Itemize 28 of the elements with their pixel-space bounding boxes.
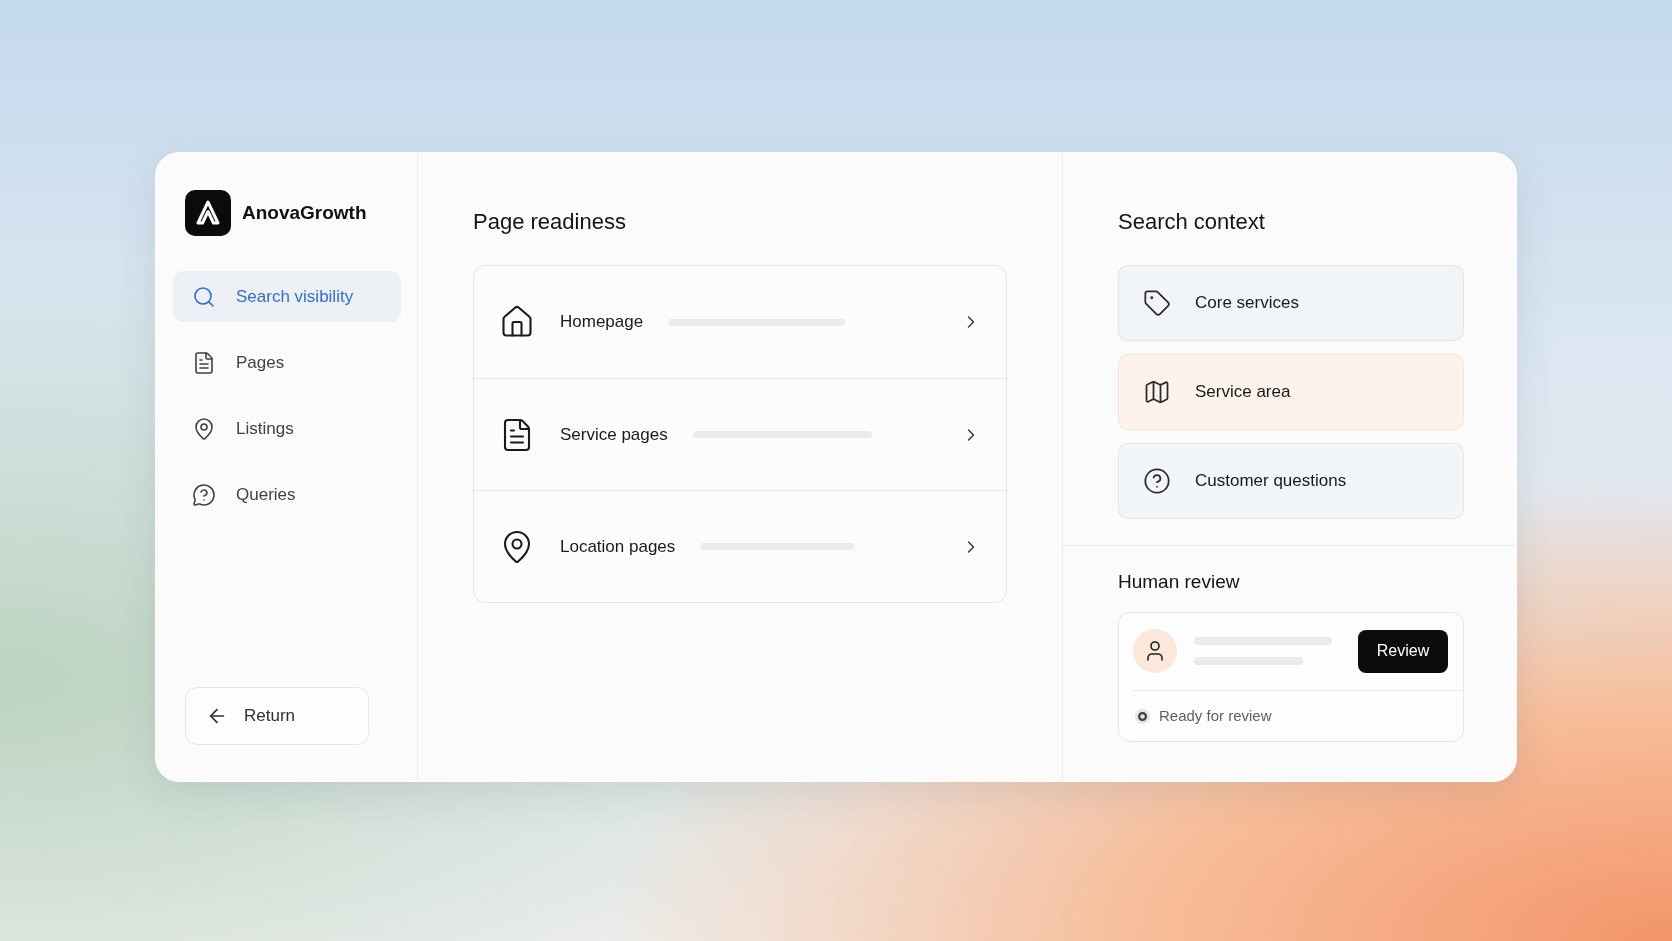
question-circle-icon bbox=[1143, 467, 1171, 495]
return-button[interactable]: Return bbox=[185, 687, 369, 745]
nav-item[interactable]: Pages bbox=[173, 337, 401, 388]
map-pin-icon bbox=[192, 416, 216, 441]
section-title: Page readiness bbox=[473, 208, 627, 236]
nav-item[interactable]: Listings bbox=[173, 403, 401, 454]
house-icon bbox=[499, 304, 535, 340]
logo-icon bbox=[185, 190, 231, 236]
nav-item[interactable]: Queries bbox=[173, 469, 401, 520]
brand-name: AnovaGrowth bbox=[242, 201, 367, 225]
status-ring-icon bbox=[1135, 708, 1150, 724]
context-card[interactable]: Customer questions bbox=[1118, 443, 1464, 519]
search-icon bbox=[192, 284, 216, 309]
page-label: Homepage bbox=[560, 311, 644, 334]
context-card[interactable]: Service area bbox=[1118, 354, 1464, 430]
tag-icon bbox=[1143, 289, 1171, 317]
nav-item[interactable]: Search visibility bbox=[173, 271, 401, 322]
context-card[interactable]: Core services bbox=[1118, 265, 1464, 341]
section-title: Human review bbox=[1118, 570, 1241, 594]
avatar-icon bbox=[1133, 629, 1177, 673]
map-icon bbox=[1143, 378, 1171, 406]
page-label: Location pages bbox=[560, 535, 676, 558]
document-icon bbox=[192, 350, 216, 375]
review-button[interactable]: Review bbox=[1358, 629, 1448, 673]
page-label: Service pages bbox=[560, 423, 668, 446]
status-text: Ready for review bbox=[1159, 706, 1272, 726]
section-title: Search context bbox=[1118, 208, 1266, 236]
question-bubble-icon bbox=[192, 482, 216, 507]
